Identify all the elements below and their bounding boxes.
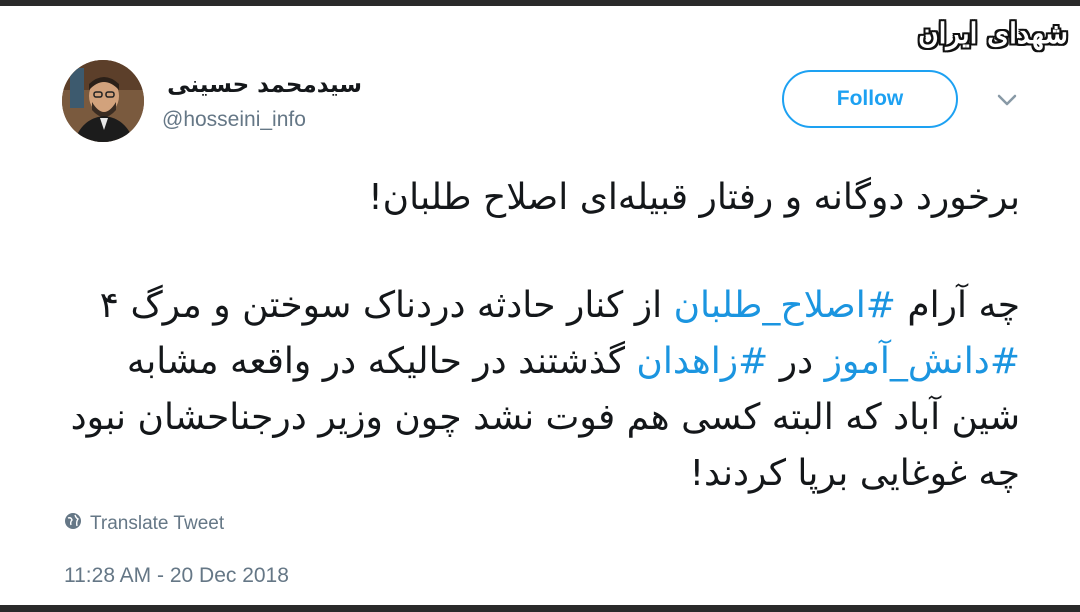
translate-tweet-link[interactable]: Translate Tweet bbox=[64, 512, 224, 536]
top-border bbox=[0, 0, 1080, 6]
hashtag-link[interactable]: #زاهدان bbox=[636, 341, 768, 382]
chevron-down-icon[interactable] bbox=[994, 90, 1020, 110]
tweet-text-segment: چه آرام bbox=[895, 285, 1020, 326]
avatar[interactable] bbox=[62, 60, 144, 142]
tweet-text-segment: در bbox=[768, 341, 825, 382]
tweet-text: برخورد دوگانه و رفتار قبیله‌ای اصلاح طلب… bbox=[50, 170, 1020, 502]
bottom-border bbox=[0, 605, 1080, 612]
tweet-timestamp[interactable]: 11:28 AM - 20 Dec 2018 bbox=[64, 564, 289, 588]
author-handle[interactable]: @hosseini_info bbox=[162, 108, 306, 132]
author-name[interactable]: سیدمحمد حسینی bbox=[162, 72, 362, 98]
hashtag-link[interactable]: #اصلاح_طلبان bbox=[674, 285, 896, 326]
watermark-logo: شهدای ایران bbox=[918, 17, 1068, 50]
avatar-image bbox=[62, 60, 144, 142]
tweet-paragraph-2: چه آرام #اصلاح_طلبان از کنار حادثه دردنا… bbox=[50, 278, 1020, 502]
follow-button[interactable]: Follow bbox=[782, 70, 958, 128]
globe-icon bbox=[64, 512, 82, 536]
translate-label: Translate Tweet bbox=[90, 513, 225, 534]
tweet-line-1: برخورد دوگانه و رفتار قبیله‌ای اصلاح طلب… bbox=[368, 177, 1020, 218]
tweet-text-segment: از کنار حادثه دردناک سوختن و مرگ ۴ bbox=[99, 285, 674, 326]
hashtag-link[interactable]: #دانش_آموز bbox=[825, 341, 1020, 382]
